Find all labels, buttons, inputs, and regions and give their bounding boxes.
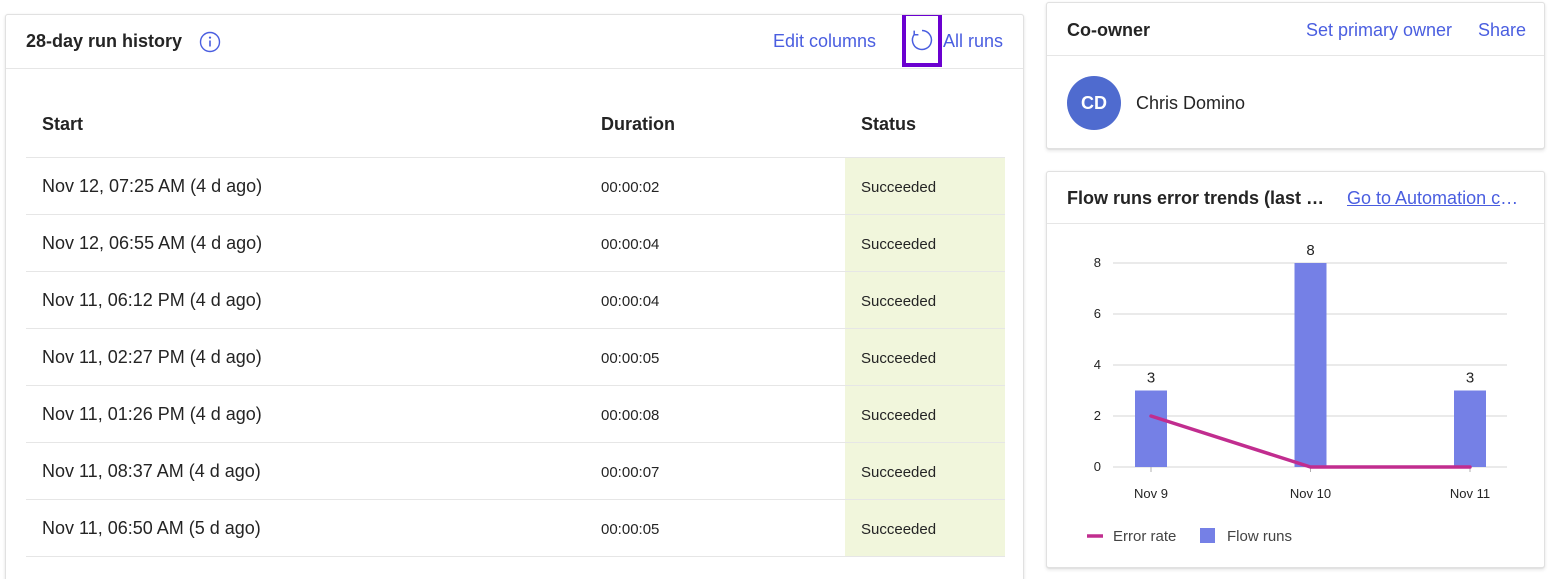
table-row[interactable]: Nov 11, 02:27 PM (4 d ago) 00:00:05 Succee…: [26, 329, 1005, 386]
bar: [1294, 263, 1327, 467]
run-history-header: 28-day run history Edit columns All runs: [6, 15, 1023, 69]
cell-duration: 00:00:07: [601, 464, 660, 481]
cell-duration: 00:00:04: [601, 293, 660, 310]
error-trends-chart: 0 2 4 6 8 Nov 9 Nov 10 Nov 11 3 8 3 Error rate Flow …: [1087, 242, 1507, 545]
table-row[interactable]: Nov 11, 08:37 AM (4 d ago) 00:00:07 Succee…: [26, 443, 1005, 500]
legend-flow-runs-swatch: [1200, 528, 1215, 543]
x-tick-label: Nov 11: [1450, 486, 1490, 501]
all-runs-link[interactable]: All runs: [943, 31, 1003, 52]
co-owner-title: Co-owner: [1067, 20, 1150, 40]
cell-start: Nov 12, 06:55 AM (4 d ago): [42, 233, 263, 253]
table-row[interactable]: Nov 11, 06:50 AM (5 d ago) 00:00:05 Succee…: [26, 500, 1005, 557]
y-tick-label: 8: [1094, 255, 1101, 270]
column-header-start[interactable]: Start: [42, 114, 83, 135]
error-trends-title: Flow runs error trends (last 28 days): [1067, 188, 1329, 208]
edit-columns-link[interactable]: Edit columns: [773, 31, 876, 52]
cell-status: Succeeded: [845, 500, 1005, 556]
y-tick-label: 2: [1094, 408, 1101, 423]
legend-flow-runs-label: Flow runs: [1227, 528, 1292, 545]
cell-status: Succeeded: [845, 158, 1005, 214]
bar: [1454, 390, 1486, 467]
share-link[interactable]: Share: [1478, 20, 1526, 41]
cell-start: Nov 12, 07:25 AM (4 d ago): [42, 176, 263, 196]
info-icon[interactable]: [199, 31, 221, 53]
cell-start: Nov 11, 02:27 PM (4 d ago): [42, 347, 262, 367]
cell-status: Succeeded: [845, 272, 1005, 328]
cell-start: Nov 11, 06:50 AM (5 d ago): [42, 518, 261, 538]
owner-name: Chris Domino: [1136, 93, 1246, 113]
cell-duration: 00:00:08: [601, 407, 660, 424]
cell-duration: 00:00:05: [601, 521, 660, 538]
table-row[interactable]: Nov 11, 06:12 PM (4 d ago) 00:00:04 Succee…: [26, 272, 1005, 329]
data-label: 8: [1306, 242, 1314, 259]
cell-status: Succeeded: [845, 329, 1005, 385]
x-tick-label: Nov 9: [1134, 486, 1168, 501]
avatar: CD: [1067, 76, 1121, 130]
bar: [1135, 390, 1167, 467]
cell-start: Nov 11, 01:26 PM (4 d ago): [42, 404, 262, 424]
table-row[interactable]: Nov 11, 01:26 PM (4 d ago) 00:00:08 Succee…: [26, 386, 1005, 443]
run-history-card: 28-day run history Edit columns All runs…: [5, 14, 1024, 579]
cell-duration: 00:00:05: [601, 350, 660, 367]
set-primary-owner-link[interactable]: Set primary owner: [1306, 20, 1452, 41]
table-row[interactable]: Nov 12, 07:25 AM (4 d ago) 00:00:02 Succee…: [26, 158, 1005, 215]
co-owner-card: Co-owner Set primary owner Share CD Chri…: [1046, 2, 1545, 149]
error-trends-card: Flow runs error trends (last 28 days) Go…: [1046, 171, 1545, 568]
cell-start: Nov 11, 08:37 AM (4 d ago): [42, 461, 261, 481]
column-header-status[interactable]: Status: [861, 114, 916, 135]
y-tick-label: 4: [1094, 357, 1101, 372]
cell-start: Nov 11, 06:12 PM (4 d ago): [42, 290, 262, 310]
co-owner-header: Co-owner Set primary owner Share: [1047, 3, 1544, 56]
column-header-duration[interactable]: Duration: [601, 114, 675, 135]
table-header: Start Duration Status: [26, 94, 1005, 158]
cell-duration: 00:00:04: [601, 236, 660, 253]
y-tick-label: 6: [1094, 306, 1101, 321]
run-history-table: Start Duration Status Nov 12, 07:25 AM (…: [26, 94, 1005, 557]
cell-status: Succeeded: [845, 386, 1005, 442]
data-label: 3: [1147, 370, 1155, 387]
data-label: 3: [1466, 370, 1474, 387]
cell-status: Succeeded: [845, 215, 1005, 271]
refresh-button[interactable]: [902, 15, 942, 67]
x-tick-label: Nov 10: [1290, 486, 1331, 501]
legend-error-rate-label: Error rate: [1113, 528, 1176, 545]
refresh-icon: [911, 29, 933, 50]
error-trends-header: Flow runs error trends (last 28 days) Go…: [1047, 172, 1544, 224]
automation-center-link[interactable]: Go to Automation center: [1347, 188, 1527, 209]
run-history-title: 28-day run history: [26, 31, 183, 51]
y-tick-label: 0: [1094, 459, 1101, 474]
cell-duration: 00:00:02: [601, 179, 660, 196]
table-row[interactable]: Nov 12, 06:55 AM (4 d ago) 00:00:04 Succee…: [26, 215, 1005, 272]
cell-status: Succeeded: [845, 443, 1005, 499]
